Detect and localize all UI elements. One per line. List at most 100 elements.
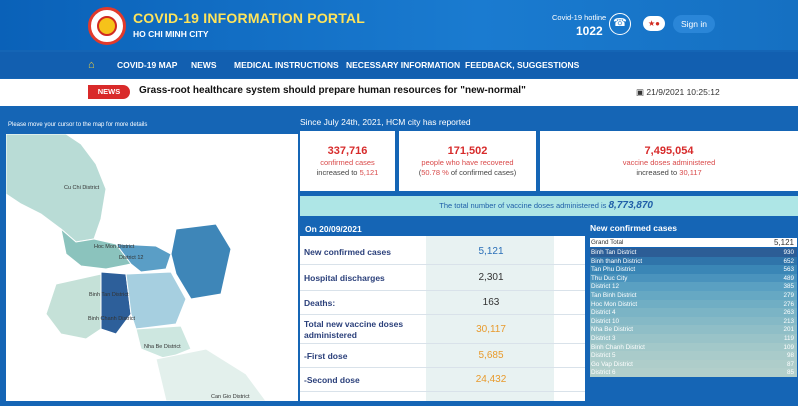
daily-row-label: -First dose	[304, 351, 348, 361]
card-num: 337,716	[327, 145, 368, 157]
district-value: 930	[783, 249, 794, 256]
map-svg[interactable]: Cu Chi District Hoc Mon District Distric…	[5, 133, 298, 402]
district-name: District 12	[591, 283, 619, 291]
district-value: 98	[786, 352, 794, 360]
district-name: District 4	[591, 309, 616, 317]
district-name: Binh Chanh District	[591, 343, 645, 351]
sign-in-button[interactable]: Sign in	[673, 15, 715, 33]
district-name: District 6	[591, 369, 616, 377]
card-detail: increased to 5,121	[316, 168, 379, 177]
district-value: 201	[783, 326, 794, 334]
daily-date: On 20/09/2021	[300, 222, 585, 236]
map-label-binh-tan: Binh Tan District	[89, 292, 129, 298]
district-value: 563	[783, 266, 794, 274]
daily-row-label: Deaths:	[304, 298, 336, 308]
card-detail: increased to 30,117	[636, 168, 702, 177]
district-name: Tan Binh District	[591, 292, 637, 299]
card-label: vaccine doses administered	[622, 158, 716, 167]
total-vaccine-banner: The total number of vaccine doses admini…	[300, 196, 798, 216]
header: COVID-19 INFORMATION PORTAL HO CHI MINH …	[0, 0, 798, 50]
portal-subtitle: HO CHI MINH CITY	[133, 29, 209, 39]
district-name: Tan Phu District	[591, 266, 636, 274]
map-label-cu-chi: Cu Chi District	[64, 185, 100, 191]
hotline-number: 1022	[576, 24, 603, 38]
total-vaccine-label: The total number of vaccine doses admini…	[439, 201, 607, 210]
daily-row-value: 5,685	[478, 350, 504, 361]
district-name: Go Vap District	[591, 360, 633, 368]
daily-row: Hospital discharges 2,301	[300, 265, 585, 291]
map-hint: Please move your cursor to the map for m…	[8, 122, 148, 128]
nav-medical-instructions[interactable]: MEDICAL INSTRUCTIONS	[234, 60, 339, 70]
daily-row-label: Hospital discharges	[304, 273, 385, 283]
card-detail: (50.78 % of confirmed cases)	[418, 168, 517, 177]
nav-covid-map[interactable]: COVID-19 MAP	[117, 60, 177, 70]
phone-icon[interactable]: ☎	[609, 13, 631, 35]
daily-row: -First dose 5,685	[300, 344, 585, 368]
map-label-hoc-mon: Hoc Mon District	[94, 244, 135, 250]
main-nav: ⌂ COVID-19 MAP NEWS MEDICAL INSTRUCTIONS…	[0, 52, 798, 78]
nav-feedback[interactable]: FEEDBACK, SUGGESTIONS	[465, 60, 579, 70]
card-recovered: 171,502 people who have recovered (50.78…	[399, 131, 536, 191]
district-name: Binh Tan District	[591, 249, 637, 256]
district-name: Binh thanh District	[591, 257, 643, 265]
card-vaccine: 7,495,054 vaccine doses administered inc…	[540, 131, 798, 191]
news-headline[interactable]: Grass-root healthcare system should prep…	[139, 85, 526, 96]
grand-total-row: Grand Total 5,121	[590, 238, 797, 247]
grand-total-label: Grand Total	[591, 239, 624, 246]
daily-row: New confirmed cases 5,121	[300, 238, 585, 265]
total-vaccine-value: 8,773,870	[608, 200, 654, 211]
card-num: 7,495,054	[644, 145, 694, 157]
daily-row: -Second dose 24,432	[300, 368, 585, 392]
card-confirmed: 337,716 confirmed cases increased to 5,1…	[300, 131, 395, 191]
portal-title: COVID-19 INFORMATION PORTAL	[133, 10, 365, 26]
news-datetime: ▣ 21/9/2021 10:25:12	[636, 87, 720, 98]
daily-row: Deaths: 163	[300, 291, 585, 315]
district-name: Thu Duc City	[591, 274, 628, 282]
district-value: 87	[786, 360, 794, 368]
district-value: 385	[783, 283, 794, 291]
portal-logo[interactable]	[88, 7, 126, 45]
daily-row-value: 163	[482, 297, 500, 308]
district-name: District 5	[591, 352, 616, 360]
district-name: Hoc Mon District	[591, 300, 638, 308]
daily-row: Total new vaccine doses administered 30,…	[300, 315, 585, 344]
news-badge: NEWS	[88, 85, 130, 99]
district-map[interactable]: Cu Chi District Hoc Mon District Distric…	[5, 133, 298, 402]
daily-row-label: Total new vaccine doses administered	[304, 319, 404, 340]
daily-row-label: New confirmed cases	[304, 247, 391, 257]
map-label-district-12: District 12	[119, 255, 143, 261]
daily-row-value: 2,301	[478, 272, 504, 283]
card-label: confirmed cases	[320, 158, 375, 167]
district-name: Nha Be District	[591, 326, 633, 334]
daily-row-value: 24,432	[475, 374, 507, 385]
nav-news[interactable]: NEWS	[191, 60, 217, 70]
new-cases-title: New confirmed cases	[590, 223, 677, 233]
district-value: 652	[783, 257, 794, 265]
reported-since: Since July 24th, 2021, HCM city has repo…	[300, 117, 471, 127]
district-value: 85	[786, 369, 794, 377]
district-name: District 10	[591, 317, 619, 325]
home-icon[interactable]: ⌂	[88, 59, 95, 71]
daily-row-value: 30,117	[476, 324, 506, 335]
daily-row-label: -Second dose	[304, 375, 360, 385]
district-name: District 3	[591, 335, 616, 342]
map-binh-chanh	[45, 273, 102, 340]
hotline-label: Covid-19 hotline	[552, 13, 607, 22]
district-value: 263	[783, 309, 794, 317]
daily-row-value: 5,121	[478, 246, 504, 257]
map-label-binh-chanh: Binh Chanh District	[88, 316, 136, 322]
language-flag-icon[interactable]: ★●	[643, 16, 665, 31]
district-value: 119	[783, 335, 794, 342]
calendar-icon: ▣	[636, 87, 647, 97]
district-value: 276	[783, 300, 794, 308]
news-ticker: NEWS Grass-root healthcare system should…	[0, 79, 798, 106]
district-value: 213	[783, 317, 794, 325]
news-datetime-text: 21/9/2021 10:25:12	[646, 87, 720, 97]
map-label-nha-be: Nha Be District	[144, 344, 181, 350]
grand-total-value: 5,121	[773, 238, 794, 247]
map-label-can-gio: Can Gio District	[211, 394, 250, 400]
district-row[interactable]: District 6 85	[590, 368, 797, 378]
nav-necessary-information[interactable]: NECESSARY INFORMATION	[346, 60, 460, 70]
district-value: 279	[783, 292, 794, 299]
district-value: 109	[783, 343, 794, 351]
